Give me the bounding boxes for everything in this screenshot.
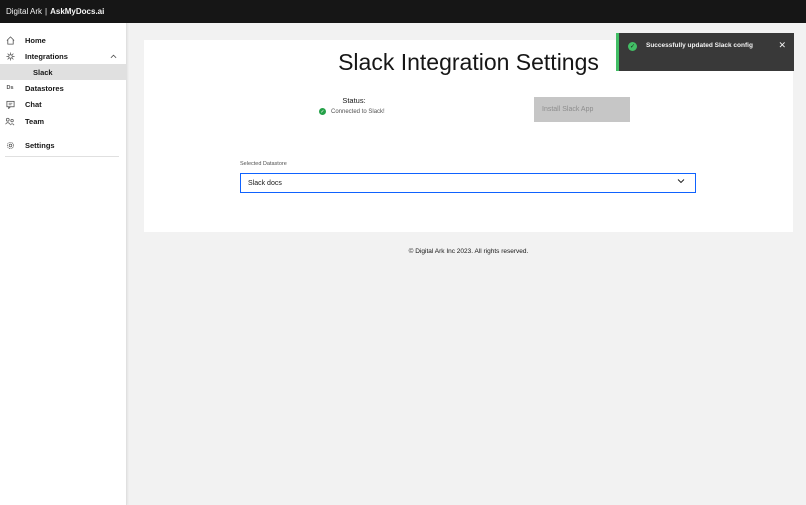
sidebar-item-slack[interactable]: Slack <box>0 64 127 80</box>
chevron-up-icon[interactable] <box>110 52 117 61</box>
sidebar-item-chat[interactable]: Chat <box>0 96 127 112</box>
footer-copyright: © Digital Ark Inc 2023. All rights reser… <box>408 248 529 255</box>
sidebar-item-label: Settings <box>25 140 55 150</box>
datastore-icon: Ds <box>6 85 14 91</box>
datastore-selected-value: Slack docs <box>248 179 282 187</box>
chevron-down-icon <box>677 177 685 186</box>
sidebar-item-datastores[interactable]: Ds Datastores <box>0 80 127 96</box>
chat-icon <box>5 99 15 109</box>
sidebar-item-settings[interactable]: Settings <box>0 137 127 153</box>
sidebar-item-label: Datastores <box>25 83 64 93</box>
company-name: Digital Ark <box>6 7 43 16</box>
datastore-label: Selected Datastore <box>240 161 287 167</box>
check-circle-icon: ✓ <box>628 42 637 51</box>
sidebar-divider <box>5 156 119 157</box>
check-circle-icon: ✓ <box>319 108 326 115</box>
sidebar-item-home[interactable]: Home <box>0 32 127 48</box>
sidebar: Home Integrations Slack Ds Datastores Ch… <box>0 23 127 505</box>
product-name[interactable]: AskMyDocs.ai <box>50 7 104 16</box>
status-indicator: ✓ Connected to Slack! <box>319 108 385 115</box>
toast-message: Successfully updated Slack config <box>646 42 753 49</box>
sidebar-item-integrations[interactable]: Integrations <box>0 48 127 64</box>
status-text: Connected to Slack! <box>331 108 385 115</box>
close-icon[interactable]: ✕ <box>778 40 786 51</box>
status-label: Status: <box>342 96 366 105</box>
top-header: Digital Ark | AskMyDocs.ai <box>0 0 806 23</box>
team-icon <box>5 116 15 126</box>
sidebar-item-label: Team <box>25 116 45 126</box>
integrations-icon <box>5 51 15 61</box>
gear-icon <box>5 140 15 150</box>
success-toast: ✓ Successfully updated Slack config ✕ <box>616 33 794 71</box>
header-separator: | <box>45 7 48 16</box>
sidebar-item-team[interactable]: Team <box>0 113 127 129</box>
install-slack-app-button[interactable]: Install Slack App <box>534 97 630 122</box>
sidebar-item-label: Home <box>25 35 46 45</box>
datastore-select[interactable]: Slack docs <box>240 173 696 193</box>
home-icon <box>5 35 15 45</box>
sidebar-item-label: Chat <box>25 99 42 109</box>
sidebar-item-label: Integrations <box>25 51 68 61</box>
sidebar-item-label: Slack <box>33 67 53 77</box>
